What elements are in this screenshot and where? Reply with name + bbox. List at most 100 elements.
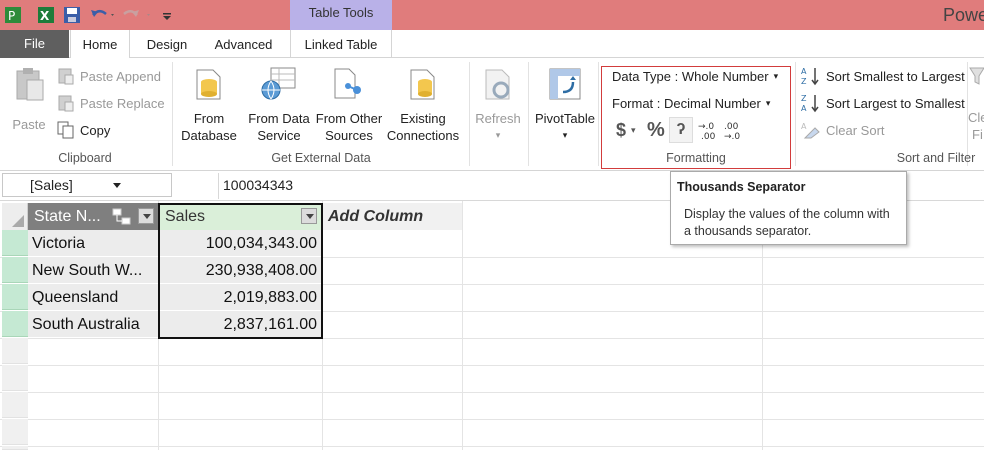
pivottable-button[interactable]: PivotTable ▾: [531, 66, 599, 144]
chevron-down-icon[interactable]: [113, 183, 121, 188]
database-icon: [196, 69, 221, 100]
paste-replace-label: Paste Replace: [80, 95, 165, 111]
clipboard-group-label: Clipboard: [58, 151, 112, 165]
clear-filters-button[interactable]: Cle Fi: [968, 66, 984, 142]
filter-icon: [969, 67, 984, 85]
table-cell-sales[interactable]: 2,019,883.00: [159, 284, 322, 311]
tooltip-body: Display the values of the column with a …: [684, 207, 890, 238]
paste-button[interactable]: Paste: [6, 66, 52, 132]
currency-button[interactable]: $ ▾: [616, 120, 636, 141]
row-selector[interactable]: [2, 365, 28, 391]
grid-line: [0, 446, 984, 447]
row-selector[interactable]: [2, 284, 28, 310]
filter-dropdown-button[interactable]: [138, 208, 154, 224]
svg-text:A: A: [801, 67, 807, 76]
svg-text:→.0: →.0: [698, 122, 714, 132]
tab-advanced[interactable]: Advanced: [206, 30, 281, 58]
table-cell-sales[interactable]: 230,938,408.00: [159, 257, 322, 284]
clear-filters-line1: Cle: [968, 110, 984, 125]
column-header-label: State N...: [34, 208, 101, 225]
data-type-dropdown[interactable]: Data Type : Whole Number ▾: [612, 69, 778, 84]
svg-text:X: X: [40, 9, 50, 23]
table-cell-state[interactable]: South Australia: [28, 311, 158, 338]
thousands-separator-button[interactable]: ʔ: [669, 117, 693, 143]
formula-input[interactable]: 100034343: [223, 177, 293, 193]
svg-text:Z: Z: [801, 94, 807, 103]
group-separator: [795, 62, 796, 166]
existing-connections-line2: Connections: [386, 128, 460, 143]
sort-largest-to-smallest-button[interactable]: ZA Sort Largest to Smallest: [801, 93, 965, 113]
select-all-corner[interactable]: [2, 203, 28, 230]
formula-separator: [218, 173, 219, 199]
from-database-button[interactable]: From Database: [176, 66, 242, 144]
row-selector[interactable]: [2, 338, 28, 364]
group-separator: [172, 62, 173, 166]
column-header-sales[interactable]: Sales: [159, 203, 322, 230]
column-header-label: Sales: [165, 208, 206, 225]
paste-label: Paste: [12, 117, 46, 132]
from-other-sources-button[interactable]: From Other Sources: [313, 66, 385, 144]
copy-button[interactable]: Copy: [57, 121, 110, 139]
format-dropdown[interactable]: Format : Decimal Number ▾: [612, 96, 770, 111]
row-selector[interactable]: [2, 257, 28, 283]
percent-button[interactable]: %: [647, 119, 665, 142]
svg-text:P: P: [8, 9, 15, 23]
table-cell-sales[interactable]: 100,034,343.00: [159, 230, 322, 257]
column-header-state[interactable]: State N...: [28, 203, 158, 230]
from-data-service-button[interactable]: From Data Service: [246, 66, 312, 144]
row-selector[interactable]: [2, 419, 28, 445]
undo-icon[interactable]: [89, 6, 117, 24]
clear-sort-button[interactable]: A Clear Sort: [801, 120, 885, 140]
increase-decimal-icon[interactable]: →.0.00: [698, 120, 720, 140]
refresh-button[interactable]: Refresh ▾: [472, 66, 524, 144]
tab-file[interactable]: File: [0, 30, 69, 58]
data-type-label: Data Type : Whole Number: [612, 69, 769, 84]
refresh-label: Refresh: [475, 111, 521, 126]
copy-icon: [57, 121, 74, 139]
percent-icon: %: [647, 119, 665, 141]
paste-append-label: Paste Append: [80, 68, 161, 84]
select-all-icon: [12, 215, 24, 227]
existing-connections-line1: Existing: [400, 111, 446, 126]
add-column-header[interactable]: Add Column: [322, 203, 462, 230]
row-selector[interactable]: [2, 446, 28, 450]
powerpivot-app-icon[interactable]: P: [4, 6, 22, 24]
data-service-icon: [261, 67, 296, 100]
table-cell-state[interactable]: Victoria: [28, 230, 158, 257]
tab-design[interactable]: Design: [138, 30, 196, 58]
paste-append-button[interactable]: Paste Append: [57, 67, 161, 85]
sort-smallest-label: Sort Smallest to Largest: [826, 68, 965, 84]
tab-linked-table[interactable]: Linked Table: [290, 30, 392, 58]
relationship-icon[interactable]: [112, 208, 132, 226]
existing-connections-icon: [410, 69, 435, 100]
table-cell-sales[interactable]: 2,837,161.00: [159, 311, 322, 338]
from-other-sources-line1: From Other: [315, 111, 383, 126]
row-selector[interactable]: [2, 230, 28, 256]
table-cell-state[interactable]: New South W...: [28, 257, 158, 284]
decrease-decimal-icon[interactable]: .00→.0: [724, 120, 746, 140]
svg-text:Z: Z: [801, 77, 807, 86]
sort-smallest-to-largest-button[interactable]: AZ Sort Smallest to Largest: [801, 66, 965, 86]
row-selector[interactable]: [2, 311, 28, 337]
group-separator: [528, 62, 529, 166]
pivottable-label: PivotTable: [535, 111, 595, 126]
filter-dropdown-button[interactable]: [301, 208, 317, 224]
redo-icon[interactable]: [121, 6, 155, 24]
currency-icon: $: [616, 120, 627, 140]
clear-sort-icon: A: [801, 122, 820, 139]
existing-connections-button[interactable]: Existing Connections: [384, 66, 462, 144]
grid-line: [0, 365, 984, 366]
row-selector[interactable]: [2, 392, 28, 418]
grid-line: [0, 419, 984, 420]
get-external-data-group-label: Get External Data: [271, 151, 371, 165]
name-box[interactable]: [Sales]: [2, 173, 172, 197]
save-icon[interactable]: [63, 6, 81, 24]
table-cell-state[interactable]: Queensland: [28, 284, 158, 311]
tab-home[interactable]: Home: [70, 30, 130, 59]
excel-icon[interactable]: X: [37, 6, 55, 24]
sort-ascending-icon: AZ: [801, 67, 819, 86]
refresh-icon: [485, 69, 510, 100]
paste-replace-button[interactable]: Paste Replace: [57, 94, 165, 112]
customize-qat-icon[interactable]: [161, 6, 173, 24]
sort-largest-label: Sort Largest to Smallest: [826, 95, 965, 111]
